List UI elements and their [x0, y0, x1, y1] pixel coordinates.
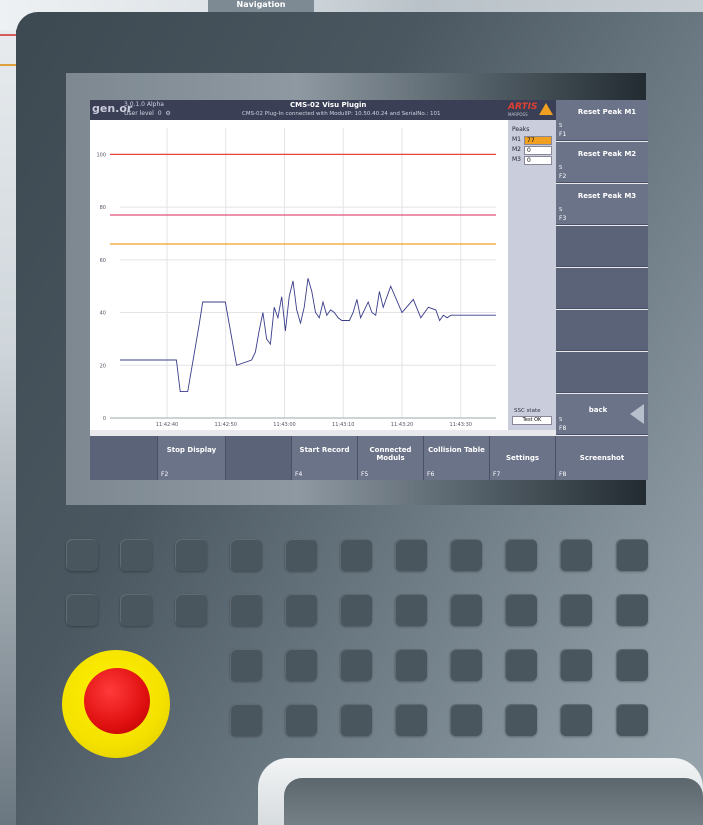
- reset-peak-m2-button[interactable]: Reset Peak M2 S F2: [556, 142, 648, 183]
- background-left-strip: [0, 30, 16, 825]
- keypad-key[interactable]: [616, 704, 648, 736]
- softkey-empty-4[interactable]: [556, 226, 648, 267]
- x-tick-label: 11:43:10: [332, 422, 354, 428]
- signal-chart: 11:42:40 11:42:50 11:43:00 11:43:10 11:43:20…: [90, 120, 508, 430]
- keypad-key[interactable]: [340, 649, 372, 681]
- keypad-key[interactable]: [285, 649, 317, 681]
- keypad-key[interactable]: [505, 539, 537, 571]
- keypad-key[interactable]: [395, 704, 427, 736]
- keypad-key[interactable]: [285, 594, 317, 626]
- y-tick-label: 100: [96, 152, 106, 158]
- screenshot-button[interactable]: Screenshot F8: [556, 436, 648, 480]
- keypad-key[interactable]: [616, 539, 648, 571]
- keypad-key[interactable]: [505, 704, 537, 736]
- stop-display-button[interactable]: Stop Display F2: [158, 436, 226, 480]
- peak-m2-label: M2: [512, 146, 521, 153]
- keypad-key[interactable]: [340, 594, 372, 626]
- x-tick-label: 11:43:30: [450, 422, 472, 428]
- back-arrow-icon: [630, 404, 644, 424]
- keypad-key[interactable]: [175, 539, 207, 571]
- keypad-key[interactable]: [560, 704, 592, 736]
- keypad-key[interactable]: [230, 539, 262, 571]
- app-title: CMS-02 Visu Plugin: [290, 101, 367, 109]
- keypad-key[interactable]: [285, 704, 317, 736]
- softkey-empty-f3[interactable]: [226, 436, 292, 480]
- peaks-panel: Peaks M1 77 M2 0 M3 0 SSC state Test OK: [508, 120, 556, 430]
- hmi-screen: gen.or 3.0.1.0 Alpha User level 0 ⚙ CMS-…: [90, 100, 648, 480]
- y-tick-label: 80: [100, 205, 106, 211]
- lower-housing-recess: [284, 778, 703, 825]
- ssc-state-label: SSC state: [514, 408, 541, 414]
- y-tick-label: 20: [100, 363, 106, 369]
- keypad-key[interactable]: [66, 539, 98, 571]
- collision-table-button[interactable]: Collision Table F6: [424, 436, 490, 480]
- keypad-key[interactable]: [230, 704, 262, 736]
- signal-line: [120, 278, 496, 393]
- connection-status: CMS-02 Plug-In connected with ModulIP: 1…: [242, 111, 441, 117]
- reset-peak-m3-button[interactable]: Reset Peak M3 S F3: [556, 184, 648, 225]
- chart-svg: 11:42:40 11:42:50 11:43:00 11:43:10 11:43:20…: [96, 128, 496, 428]
- background-red-line: [0, 34, 16, 36]
- keypad-key[interactable]: [560, 539, 592, 571]
- peak-m3-value: 0: [524, 156, 552, 165]
- keypad-key[interactable]: [560, 649, 592, 681]
- x-tick-label: 11:43:20: [391, 422, 413, 428]
- version-label: 3.0.1.0 Alpha: [124, 101, 164, 108]
- keypad-key[interactable]: [175, 594, 207, 626]
- softkey-empty-6[interactable]: [556, 310, 648, 351]
- user-level-label: User level 0 ⚙: [124, 110, 171, 117]
- keypad-key[interactable]: [450, 594, 482, 626]
- emergency-stop-button[interactable]: [84, 668, 150, 734]
- screen-header: gen.or 3.0.1.0 Alpha User level 0 ⚙ CMS-…: [90, 100, 558, 120]
- softkey-empty-5[interactable]: [556, 268, 648, 309]
- softkey-empty-f1[interactable]: [90, 436, 158, 480]
- keypad-key[interactable]: [505, 594, 537, 626]
- warning-triangle-icon: [539, 103, 553, 115]
- reset-peak-m1-button[interactable]: Reset Peak M1 S F1: [556, 100, 648, 141]
- navigation-tab[interactable]: Navigation: [208, 0, 314, 12]
- peak-m2-value: 0: [524, 146, 552, 155]
- artis-logo: ARTIS MARPOSS: [508, 102, 554, 117]
- keypad-key[interactable]: [450, 704, 482, 736]
- x-tick-label: 11:43:00: [273, 422, 295, 428]
- peak-m3-label: M3: [512, 156, 521, 163]
- keypad-key[interactable]: [450, 539, 482, 571]
- keypad-key[interactable]: [340, 539, 372, 571]
- keypad-key[interactable]: [616, 594, 648, 626]
- bottom-softkey-bar: Stop Display F2 Start Record F4 Connecte…: [90, 436, 648, 480]
- keypad-key[interactable]: [66, 594, 98, 626]
- x-tick-label: 11:42:50: [215, 422, 237, 428]
- start-record-button[interactable]: Start Record F4: [292, 436, 358, 480]
- keypad-key[interactable]: [616, 649, 648, 681]
- connected-moduls-button[interactable]: Connected Moduls F5: [358, 436, 424, 480]
- keypad-key[interactable]: [395, 649, 427, 681]
- y-tick-label: 40: [100, 311, 106, 317]
- y-tick-label: 0: [103, 416, 106, 422]
- keypad-key[interactable]: [230, 649, 262, 681]
- keypad-key[interactable]: [395, 539, 427, 571]
- keypad-key[interactable]: [230, 594, 262, 626]
- keypad-key[interactable]: [560, 594, 592, 626]
- keypad-key[interactable]: [285, 539, 317, 571]
- settings-button[interactable]: Settings F7: [490, 436, 556, 480]
- keypad-key[interactable]: [450, 649, 482, 681]
- background-orange-line: [0, 64, 16, 66]
- back-button[interactable]: back S F8: [556, 394, 648, 435]
- keypad-key[interactable]: [120, 539, 152, 571]
- ssc-state-value: Test OK: [512, 416, 552, 425]
- right-softkey-bar: Reset Peak M1 S F1 Reset Peak M2 S F2 Re…: [556, 100, 648, 436]
- peak-m1-value: 77: [524, 136, 552, 145]
- keypad-key[interactable]: [395, 594, 427, 626]
- keypad-key[interactable]: [120, 594, 152, 626]
- peak-m1-label: M1: [512, 136, 521, 143]
- peaks-label: Peaks: [512, 126, 530, 133]
- keypad-key[interactable]: [340, 704, 372, 736]
- y-tick-label: 60: [100, 258, 106, 264]
- softkey-empty-7[interactable]: [556, 352, 648, 393]
- keypad-key[interactable]: [505, 649, 537, 681]
- x-tick-label: 11:42:40: [156, 422, 178, 428]
- gear-icon: ⚙: [165, 110, 171, 117]
